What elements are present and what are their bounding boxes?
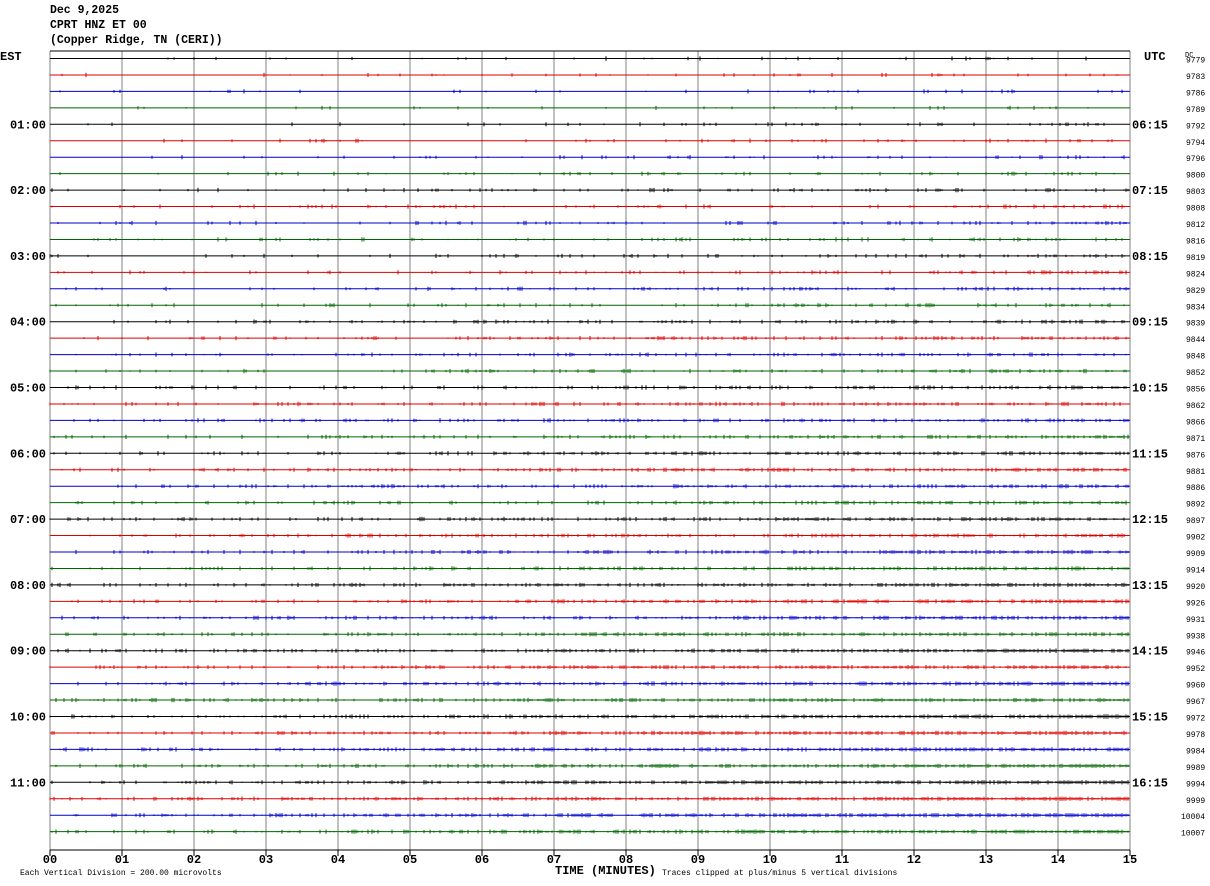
- dc-offset-label: 9931: [1186, 616, 1205, 625]
- hour-label-left: 07:00: [10, 513, 46, 527]
- dc-offset-label: 9972: [1186, 715, 1205, 724]
- dc-offset-label: 9866: [1186, 418, 1205, 427]
- dc-header: DC: [1185, 52, 1193, 60]
- x-tick-label: 02: [187, 853, 201, 867]
- dc-offset-label: 9848: [1186, 353, 1205, 362]
- scale-note: Each Vertical Division = 200.00 microvol…: [20, 869, 222, 878]
- hour-label-right: 09:15: [1132, 316, 1168, 330]
- timezone-left: EST: [0, 50, 22, 64]
- dc-offset-label: 9816: [1186, 237, 1205, 246]
- dc-offset-label: 9803: [1186, 188, 1205, 197]
- hour-label-left: 06:00: [10, 447, 46, 461]
- x-tick-label: 00: [43, 853, 57, 867]
- hour-label-left: 09:00: [10, 645, 46, 659]
- timezone-right: UTC: [1144, 50, 1166, 64]
- dc-offset-label: 9881: [1186, 468, 1205, 477]
- hour-label-right: 16:15: [1132, 776, 1168, 790]
- x-tick-label: 04: [331, 853, 345, 867]
- dc-offset-label: 9876: [1186, 451, 1205, 460]
- x-tick-label: 03: [259, 853, 273, 867]
- hour-label-right: 14:15: [1132, 645, 1168, 659]
- dc-offset-label: 9984: [1186, 747, 1205, 756]
- dc-offset-label: 9839: [1186, 320, 1205, 329]
- x-tick-label: 09: [691, 853, 705, 867]
- dc-offset-label: 10007: [1181, 830, 1205, 839]
- hour-label-right: 11:15: [1132, 447, 1168, 461]
- dc-offset-label: 9989: [1186, 764, 1205, 773]
- dc-offset-label: 9946: [1186, 649, 1205, 658]
- dc-offset-label: 9902: [1186, 534, 1205, 543]
- dc-offset-label: 9909: [1186, 550, 1205, 559]
- dc-offset-label: 9844: [1186, 336, 1205, 345]
- hour-label-right: 10:15: [1132, 382, 1168, 396]
- x-tick-label: 06: [475, 853, 489, 867]
- x-tick-label: 13: [979, 853, 993, 867]
- dc-offset-label: 9871: [1186, 435, 1205, 444]
- dc-offset-label: 9994: [1186, 780, 1205, 789]
- dc-offset-label: 9796: [1186, 155, 1205, 164]
- dc-offset-label: 9862: [1186, 402, 1205, 411]
- hour-label-left: 10:00: [10, 711, 46, 725]
- dc-offset-label: 9789: [1186, 106, 1205, 115]
- dc-offset-label: 9999: [1186, 797, 1205, 806]
- hour-label-left: 02:00: [10, 184, 46, 198]
- dc-offset-label: 9786: [1186, 89, 1205, 98]
- dc-offset-label: 9886: [1186, 484, 1205, 493]
- dc-offset-label: 9978: [1186, 731, 1205, 740]
- dc-offset-label: 9914: [1186, 566, 1205, 575]
- x-tick-label: 15: [1123, 853, 1137, 867]
- hour-label-left: 08:00: [10, 579, 46, 593]
- hour-label-left: 01:00: [10, 118, 46, 132]
- dc-offset-label: 9920: [1186, 583, 1205, 592]
- dc-offset-label: 9952: [1186, 665, 1205, 674]
- x-axis-title: TIME (MINUTES): [555, 864, 656, 878]
- hour-label-right: 07:15: [1132, 184, 1168, 198]
- x-tick-label: 14: [1051, 853, 1065, 867]
- dc-offset-label: 9892: [1186, 501, 1205, 510]
- hour-label-right: 15:15: [1132, 711, 1168, 725]
- hour-label-right: 12:15: [1132, 513, 1168, 527]
- x-tick-label: 10: [763, 853, 777, 867]
- dc-offset-label: 9800: [1186, 172, 1205, 181]
- hour-label-right: 13:15: [1132, 579, 1168, 593]
- dc-offset-label: 9794: [1186, 139, 1205, 148]
- x-tick-label: 05: [403, 853, 417, 867]
- dc-offset-label: 9834: [1186, 303, 1205, 312]
- dc-offset-label: 9897: [1186, 517, 1205, 526]
- dc-offset-label: 9829: [1186, 287, 1205, 296]
- dc-offset-label: 9808: [1186, 205, 1205, 214]
- dc-offset-label: 9792: [1186, 122, 1205, 131]
- hour-label-left: 11:00: [10, 776, 46, 790]
- dc-offset-label: 9852: [1186, 369, 1205, 378]
- dc-offset-label: 9926: [1186, 599, 1205, 608]
- dc-offset-label: 9819: [1186, 254, 1205, 263]
- dc-offset-label: 9960: [1186, 682, 1205, 691]
- hour-label-right: 06:15: [1132, 118, 1168, 132]
- dc-offset-label: 9856: [1186, 386, 1205, 395]
- dc-offset-label: 9812: [1186, 221, 1205, 230]
- hour-label-right: 08:15: [1132, 250, 1168, 264]
- dc-offset-label: 10004: [1181, 813, 1205, 822]
- hour-label-left: 04:00: [10, 316, 46, 330]
- hour-label-left: 03:00: [10, 250, 46, 264]
- dc-offset-label: 9967: [1186, 698, 1205, 707]
- x-tick-label: 01: [115, 853, 129, 867]
- dc-offset-label: 9783: [1186, 73, 1205, 82]
- x-tick-label: 12: [907, 853, 921, 867]
- x-tick-label: 11: [835, 853, 849, 867]
- dc-offset-label: 9938: [1186, 632, 1205, 641]
- dc-offset-label: 9824: [1186, 270, 1205, 279]
- clip-note: Traces clipped at plus/minus 5 vertical …: [662, 869, 897, 878]
- helicorder-chart: 9779978397869789979297949796980098039808…: [0, 50, 1205, 878]
- hour-label-left: 05:00: [10, 382, 46, 396]
